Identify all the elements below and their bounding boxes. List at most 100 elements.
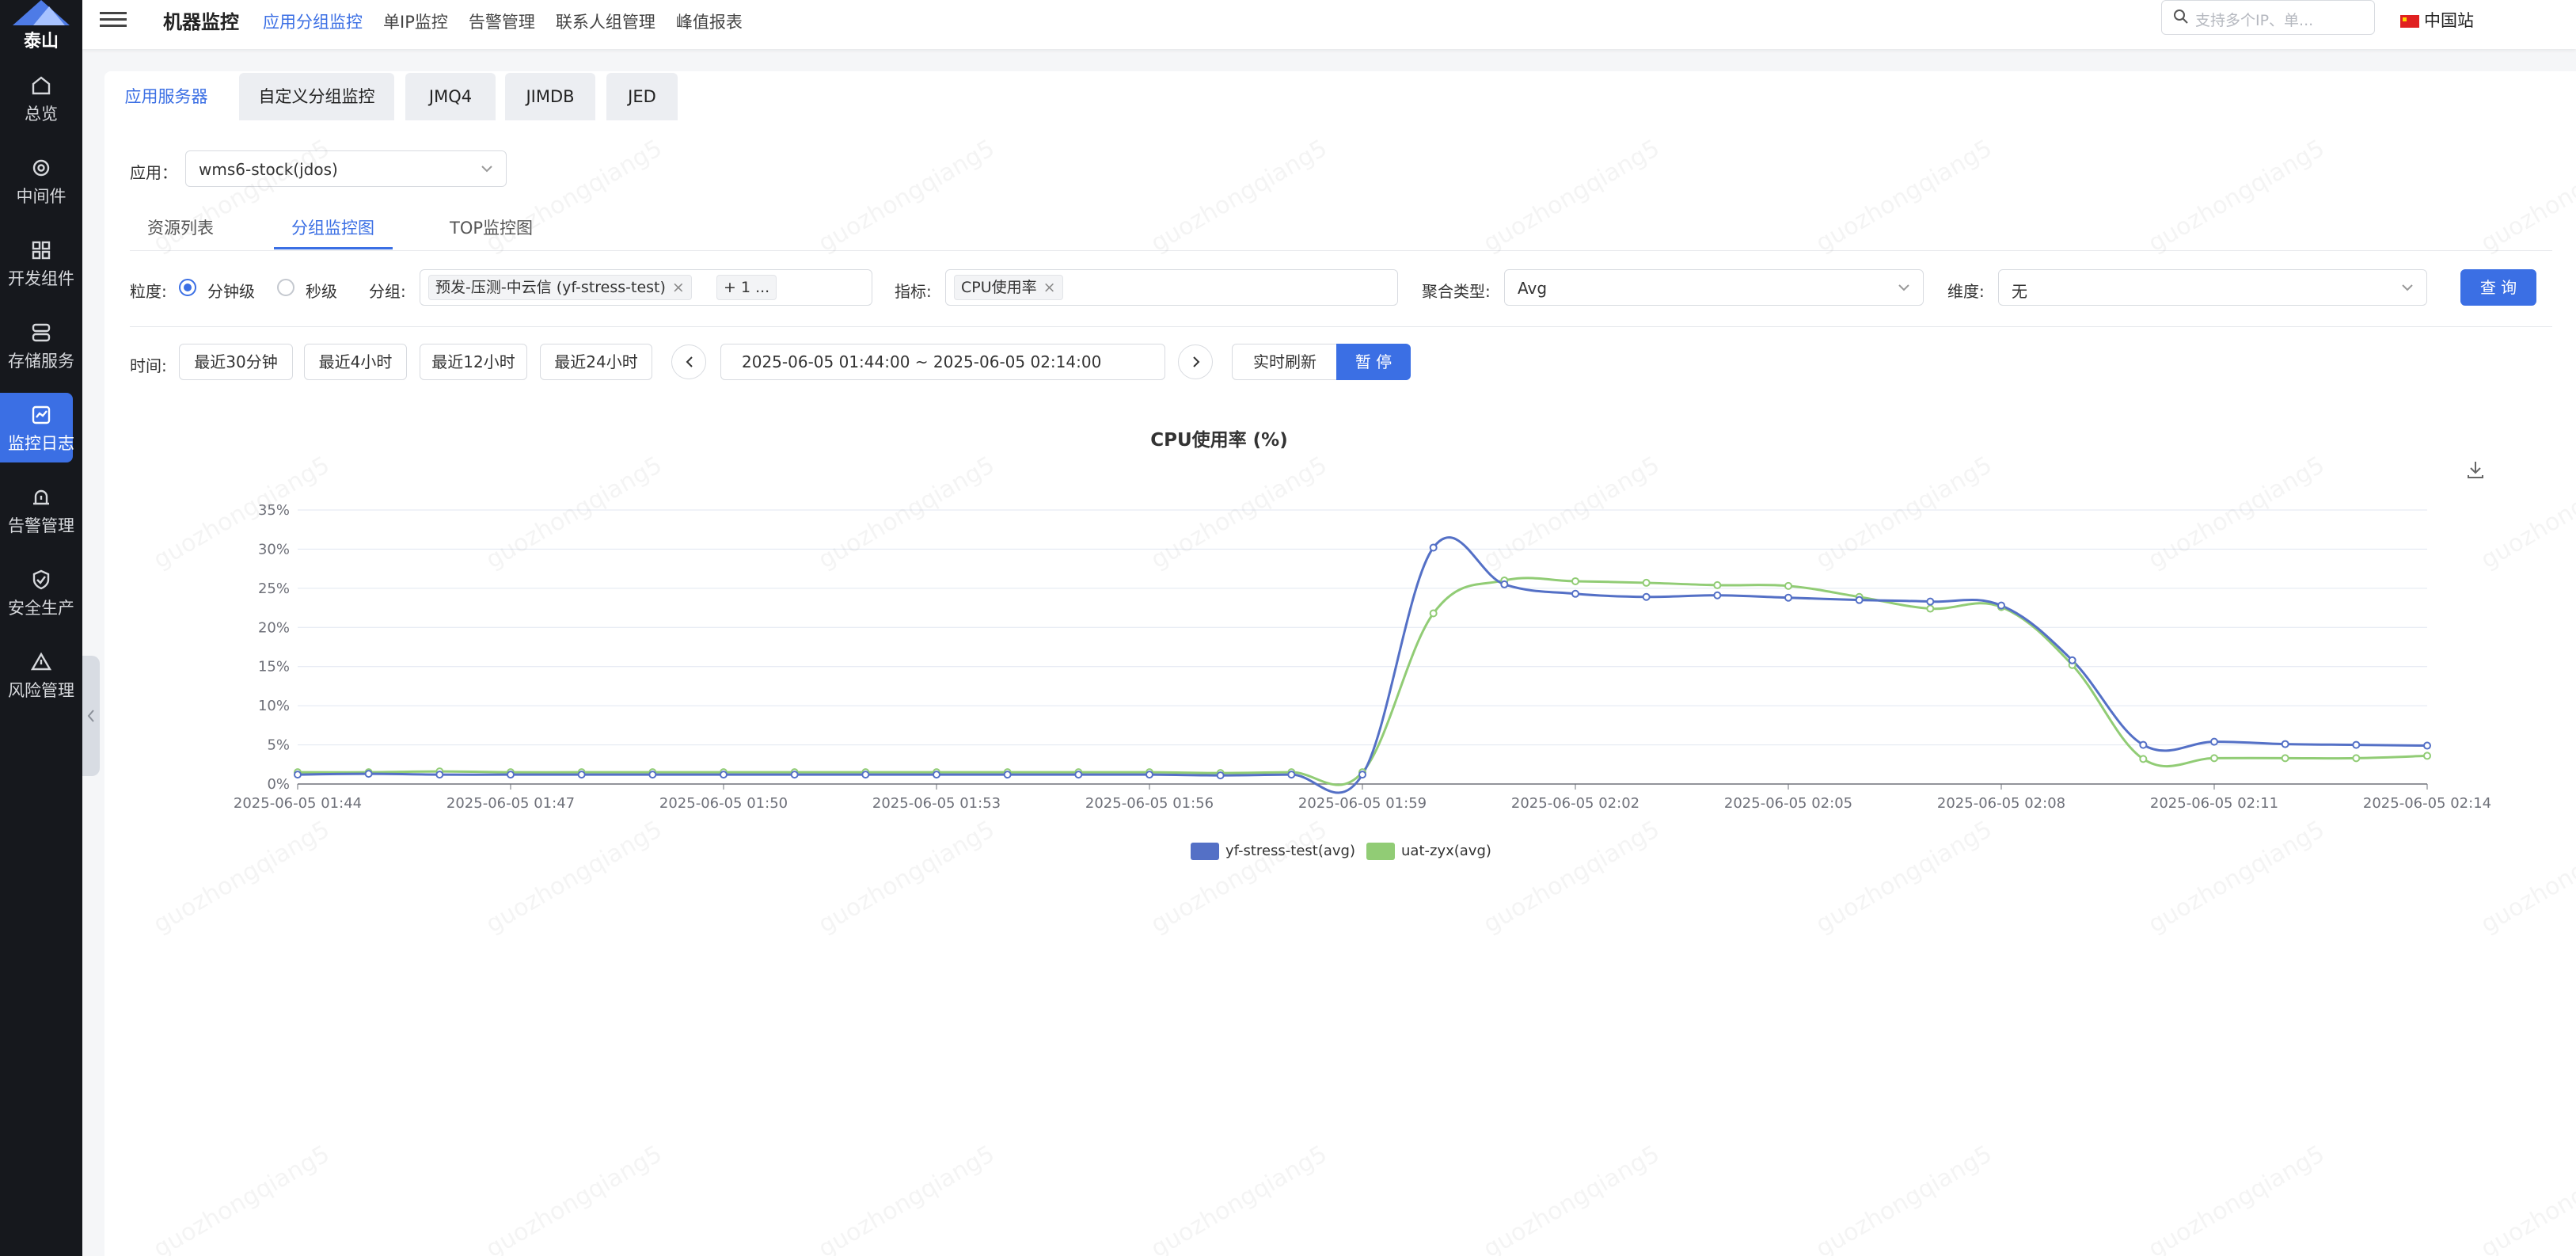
quick-range-4h-button[interactable]: 最近4小时 [304, 344, 407, 380]
y-tick-label: 0% [267, 776, 290, 793]
data-point [1784, 593, 1792, 602]
x-tick-label: 2025-06-05 02:11 [2150, 795, 2278, 812]
data-point [1003, 771, 1012, 779]
tab-0[interactable]: 应用服务器 [104, 73, 228, 120]
sidebar-item-label: 告警管理 [8, 516, 74, 535]
menu-icon[interactable] [100, 8, 127, 30]
tab-2[interactable]: JMQ4 [405, 73, 496, 120]
data-point [2423, 741, 2431, 750]
legend-item-0[interactable]: yf-stress-test(avg) [1191, 843, 1355, 860]
subtab-resource-list[interactable]: 资源列表 [147, 215, 214, 239]
y-tick-label: 15% [258, 659, 290, 676]
tab-1[interactable]: 自定义分组监控 [239, 73, 394, 120]
data-point [2281, 740, 2289, 748]
chart-title: CPU使用率 (%) [1150, 430, 1288, 451]
sidebar-item-label: 中间件 [16, 187, 66, 206]
alarm-icon [33, 489, 49, 505]
legend-label: yf-stress-test(avg) [1225, 843, 1355, 859]
sidebar-item-6[interactable]: 安全生产 [0, 558, 82, 627]
radio-minute-label[interactable]: 分钟级 [207, 279, 255, 302]
data-point [1926, 597, 1935, 606]
data-point [1500, 580, 1509, 588]
metric-tag[interactable]: CPU使用率 × [954, 275, 1063, 300]
tag-close-icon[interactable]: × [1043, 279, 1056, 296]
query-button[interactable]: 查 询 [2460, 269, 2536, 306]
data-point [1855, 596, 1864, 604]
warning-icon [30, 652, 52, 671]
quick-range-30m-button[interactable]: 最近30分钟 [179, 344, 293, 380]
agg-select[interactable]: Avg [1504, 269, 1924, 306]
legend-item-1[interactable]: uat-zyx(avg) [1366, 843, 1491, 860]
pause-button[interactable]: 暂 停 [1336, 344, 1411, 380]
granularity-label: 粒度: [130, 282, 167, 301]
logo[interactable]: 泰山 [0, 0, 82, 51]
sidebar-item-2[interactable]: 开发组件 [0, 228, 82, 298]
data-point [1997, 601, 2005, 610]
next-range-button[interactable] [1178, 344, 1213, 379]
data-point [1571, 589, 1579, 598]
data-point [1642, 578, 1651, 587]
divider [130, 250, 2552, 251]
search-icon [2174, 10, 2188, 24]
x-tick-label: 2025-06-05 02:14 [2363, 795, 2491, 812]
metric-tag-text: CPU使用率 [961, 279, 1037, 296]
sidebar-item-0[interactable]: 总览 [0, 63, 82, 133]
sidebar-item-label: 监控日志 [8, 434, 74, 453]
metric-label: 指标: [895, 282, 932, 301]
line-chart: 0% 5% 10% 15% 20% 25% 30% 35% 2025-06-05 01:44 20… [234, 502, 2491, 812]
search-input[interactable]: 支持多个IP、单... [2161, 0, 2375, 35]
radio-minute[interactable] [179, 279, 196, 296]
series-line-0 [297, 536, 2428, 794]
x-tick-label: 2025-06-05 02:05 [1724, 795, 1852, 812]
tag-close-icon[interactable]: × [672, 279, 685, 296]
app-select[interactable]: wms6-stock(jdos) [185, 150, 507, 187]
radio-second[interactable] [277, 279, 294, 296]
top-nav-item-1[interactable]: 单IP监控 [383, 13, 448, 32]
sidebar-item-3[interactable]: 存储服务 [0, 310, 82, 380]
data-point [2139, 740, 2148, 749]
download-icon[interactable] [2465, 459, 2486, 480]
realtime-refresh-button[interactable]: 实时刷新 [1232, 344, 1338, 380]
subtab-active-indicator [274, 247, 393, 249]
chevron-left-icon [87, 710, 94, 722]
tab-3[interactable]: JIMDB [505, 73, 595, 120]
subtab-group-chart[interactable]: 分组监控图 [291, 215, 374, 239]
data-point [1713, 591, 1722, 599]
quick-range-24h-button[interactable]: 最近24小时 [540, 344, 652, 380]
top-nav-item-2[interactable]: 告警管理 [469, 13, 535, 32]
top-nav-item-0[interactable]: 应用分组监控 [263, 13, 363, 32]
app-select-value: wms6-stock(jdos) [199, 160, 338, 179]
top-header: 机器监控 应用分组监控 单IP监控 告警管理 联系人组管理 峰值报表 支持多个IP、单.… [82, 0, 2576, 49]
metric-select[interactable]: CPU使用率 × [945, 269, 1398, 306]
radio-second-label[interactable]: 秒级 [306, 279, 337, 302]
group-more-tag[interactable]: + 1 ... [716, 275, 777, 300]
sidebar-item-4[interactable]: 监控日志 [0, 393, 82, 462]
data-point [1216, 771, 1225, 780]
sidebar-item-5[interactable]: 告警管理 [0, 475, 82, 545]
site-selector[interactable]: 中国站 [2400, 8, 2474, 32]
data-point [2210, 754, 2218, 763]
dim-select[interactable]: 无 [1998, 269, 2427, 306]
tab-4[interactable]: JED [606, 73, 678, 120]
page-title: 机器监控 [163, 11, 239, 33]
group-tag[interactable]: 预发-压测-中云信 (yf-stress-test) × [428, 275, 692, 300]
sidebar-item-1[interactable]: 中间件 [0, 146, 82, 215]
quick-range-12h-button[interactable]: 最近12小时 [420, 344, 527, 380]
data-point [2352, 740, 2361, 749]
chevron-down-icon [2402, 284, 2413, 291]
sidebar-collapse-toggle[interactable] [82, 656, 100, 776]
top-nav-item-3[interactable]: 联系人组管理 [556, 13, 655, 32]
data-point [1429, 609, 1438, 618]
sidebar-item-7[interactable]: 风险管理 [0, 640, 82, 710]
data-point [2068, 656, 2076, 664]
x-tick-label: 2025-06-05 01:56 [1085, 795, 1214, 812]
group-select[interactable]: 预发-压测-中云信 (yf-stress-test) × + 1 ... [420, 269, 872, 306]
time-label: 时间: [130, 356, 167, 375]
subtab-top-chart[interactable]: TOP监控图 [450, 215, 533, 239]
data-point [1571, 577, 1579, 585]
prev-range-button[interactable] [671, 344, 706, 379]
top-nav: 应用分组监控 单IP监控 告警管理 联系人组管理 峰值报表 [263, 10, 763, 33]
top-nav-item-4[interactable]: 峰值报表 [676, 13, 743, 32]
date-range-input[interactable]: 2025-06-05 01:44:00 ~ 2025-06-05 02:14:0… [720, 344, 1165, 380]
x-tick-label: 2025-06-05 01:53 [872, 795, 1001, 812]
